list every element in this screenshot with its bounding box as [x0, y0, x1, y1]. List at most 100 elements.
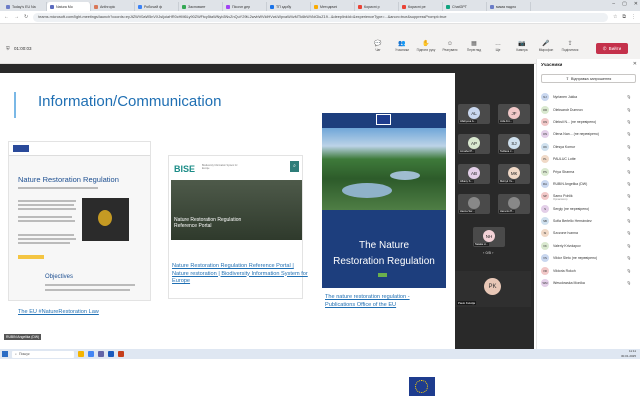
text-line	[18, 238, 76, 240]
participant-row[interactable]: SP Samo Pohlik Організатор 🎙	[537, 190, 640, 202]
tab-label: мама надло	[496, 4, 517, 9]
teams-icon[interactable]	[98, 351, 104, 357]
toolbar-more-button[interactable]: … Ще	[488, 41, 508, 52]
tile-name: Natalia H...	[474, 243, 489, 246]
phone-icon: ✆	[602, 45, 607, 51]
participant-row[interactable]: VS Viktor Sleto (не перевірено) 🎙	[537, 252, 640, 264]
text-line	[45, 289, 130, 291]
participant-video-tile[interactable]: AB Albany S...	[458, 164, 490, 184]
browser-tab[interactable]: Корисні р	[355, 2, 399, 11]
participant-video-tile[interactable]: SJ Svitlana J...	[498, 134, 530, 154]
browser-menu-icon[interactable]: ⋮	[631, 14, 636, 20]
participant-video-tile[interactable]: NH Natalia H...	[473, 227, 505, 247]
mic-muted-icon: 🎙	[626, 157, 631, 162]
avatar: VR	[541, 266, 549, 275]
browser-tab[interactable]: Методичні	[311, 2, 355, 11]
system-tray-clock[interactable]: 11:11 30.01.2025	[621, 349, 636, 359]
toolbar-people-button[interactable]: 👥 Учасники	[392, 41, 412, 52]
tiles-pager[interactable]: ‹ 0/5 ›	[483, 250, 494, 255]
mic-muted-icon: 🎙	[626, 119, 631, 124]
participant-row[interactable]: S Sergiy (не перевірено) 🎙	[537, 203, 640, 215]
share-invite-button[interactable]: ⇪ Відправка запрошення	[541, 74, 636, 83]
browser-tab[interactable]: Корисні ре	[399, 2, 443, 11]
raise-hand-icon: ✋	[422, 41, 430, 47]
browser-tab[interactable]: мама надло	[487, 2, 531, 11]
file-explorer-icon[interactable]	[78, 351, 84, 357]
eu-webpage-screenshot: Nature Restoration Regulation Objectives	[8, 141, 151, 301]
participant-row[interactable]: VR Viktoria Rokoh 🎙	[537, 264, 640, 276]
view-icon: ▦	[471, 41, 477, 47]
toolbar-label: Мікрофон	[538, 48, 554, 52]
star-icon[interactable]: ☆	[613, 14, 617, 20]
tab-favicon-icon	[358, 4, 362, 9]
card2-link[interactable]: Nature Restoration Regulation Reference …	[172, 263, 312, 286]
browser-tab[interactable]: ChatGPT	[443, 2, 487, 11]
browser-tab[interactable]: Natura Mo	[47, 2, 91, 11]
participant-video-tile[interactable]: Hanna Ser...	[458, 194, 490, 214]
participant-video-tile[interactable]: AL Allabyeva A...	[458, 104, 490, 124]
avatar: PL	[541, 155, 549, 164]
extensions-icon[interactable]: ⧉	[622, 14, 626, 20]
participant-row[interactable]: OK Olesya Komur 🎙	[537, 141, 640, 153]
participant-row[interactable]: VK Valeriy Krivolapov 🎙	[537, 240, 640, 252]
browser-tab[interactable]: ТП здобу	[267, 2, 311, 11]
participant-row[interactable]: SI Szczone Ivanna 🎙	[537, 227, 640, 239]
bise-logo: BISE	[174, 164, 196, 174]
search-icon: ⌕	[290, 161, 299, 172]
powerpoint-icon[interactable]	[118, 351, 124, 357]
participant-video-tile[interactable]: AP Annabel P...	[458, 134, 490, 154]
browser-tab[interactable]: Anthropic	[91, 2, 135, 11]
participant-row[interactable]: ON Oleksii N... (не перевірено) 🎙	[537, 116, 640, 128]
participant-row[interactable]: PS Priya Sharma 🎙	[537, 165, 640, 177]
minimize-icon[interactable]: –	[612, 1, 615, 7]
reload-icon[interactable]: ↻	[24, 14, 28, 20]
forward-icon[interactable]: →	[14, 14, 19, 20]
yellow-button	[18, 255, 44, 259]
chevron-right-icon[interactable]: ›	[492, 250, 493, 255]
shared-screen-stage: Information/Communication Nature Restora…	[0, 64, 534, 396]
participant-video-tile[interactable]: Наталія П...	[498, 194, 530, 214]
tab-label: ChatGPT	[452, 4, 467, 9]
leave-button[interactable]: ✆ Вийти	[596, 43, 628, 54]
toolbar-raise-hand-button[interactable]: ✋ Підняти руку	[416, 41, 436, 52]
leave-label: Вийти	[608, 46, 622, 51]
avatar	[468, 197, 480, 209]
tab-favicon-icon	[270, 4, 274, 9]
maximize-icon[interactable]: ▢	[622, 1, 627, 7]
browser-tab[interactable]: Робочий ф	[135, 2, 179, 11]
toolbar-react-button[interactable]: ☺ Реагувати	[440, 41, 460, 52]
toolbar-mic-button[interactable]: 🎤 Мікрофон	[536, 41, 556, 52]
toolbar-chat-button[interactable]: 💬 Чат	[368, 41, 388, 52]
participant-row[interactable]: PL PAULUC Lotte 🎙	[537, 153, 640, 165]
windows-start-icon[interactable]	[2, 351, 8, 357]
tile-name: Annabel P...	[459, 150, 475, 153]
browser-tab[interactable]: Пісочн дер	[223, 2, 267, 11]
avatar: PS	[541, 167, 549, 176]
toolbar-share-button[interactable]: ⇪ Поділитися	[560, 41, 580, 52]
word-icon[interactable]	[108, 351, 114, 357]
taskbar-search[interactable]: ⌕ Пошук	[12, 350, 74, 358]
participant-row[interactable]: RA RUBIN Angelika (DW) 🎙	[537, 178, 640, 190]
card1-link[interactable]: The EU #NatureRestoration Law	[18, 309, 158, 317]
participant-name: Olesya Komur	[553, 144, 576, 149]
participant-name: Nyrianen Jukka	[553, 95, 578, 100]
participant-video-tile[interactable]: JF Julia Fro...	[498, 104, 530, 124]
bird-photo	[82, 198, 129, 241]
toolbar-label: Камера	[516, 48, 528, 52]
close-window-icon[interactable]: ✕	[634, 1, 638, 7]
back-icon[interactable]: ←	[4, 14, 9, 20]
browser-tab[interactable]: Today's EU Na	[3, 2, 47, 11]
toolbar-camera-button[interactable]: 📷 Камера	[512, 41, 532, 52]
card3-link[interactable]: The nature restoration regulation - Publ…	[325, 294, 440, 309]
close-panel-icon[interactable]: ✕	[633, 61, 637, 67]
participant-row[interactable]: ON Olena Nan... (не перевірено) 🎙	[537, 128, 640, 140]
participant-row[interactable]: WM Wesolowska Monika 🎙	[537, 277, 640, 289]
url-field[interactable]: teams.microsoft.com/light-meetings/launc…	[33, 12, 608, 22]
participant-row[interactable]: NJ Nyrianen Jukka 🎙	[537, 91, 640, 103]
participant-row[interactable]: SB Sofia Berlello Hernández 🎙	[537, 215, 640, 227]
chrome-icon[interactable]	[88, 351, 94, 357]
browser-tab[interactable]: Засновант	[179, 2, 223, 11]
participant-video-tile[interactable]: МК Melnyk Ya...	[498, 164, 530, 184]
participant-row[interactable]: OD Oleksandr Dumnov 🎙	[537, 103, 640, 115]
toolbar-view-button[interactable]: ▦ Перегляд	[464, 41, 484, 52]
